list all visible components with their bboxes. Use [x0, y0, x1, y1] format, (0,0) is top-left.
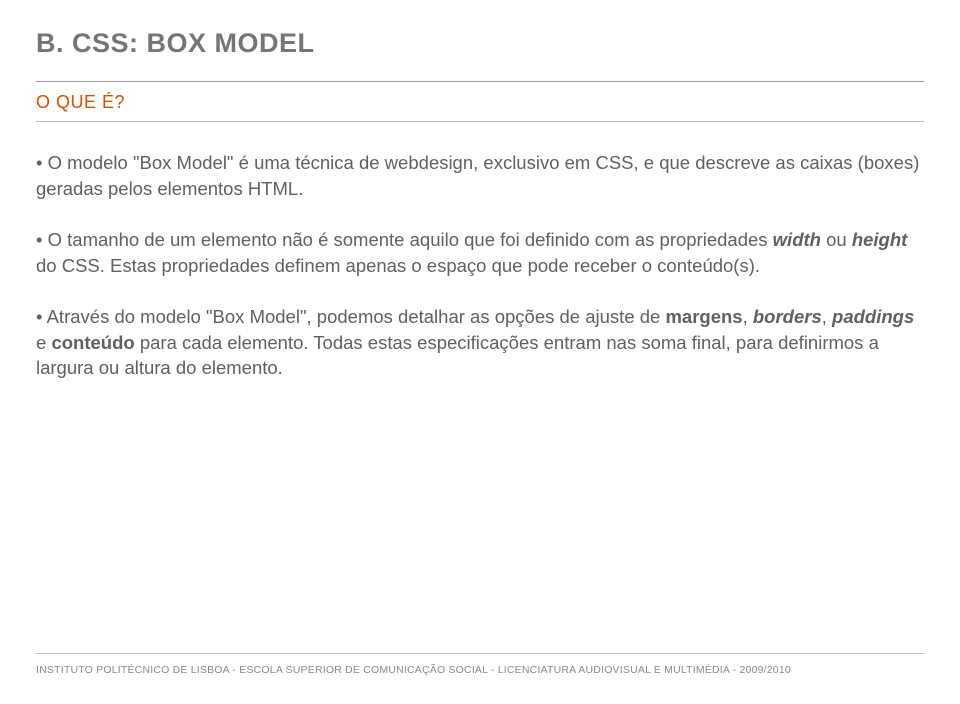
p2-width: width	[773, 229, 821, 250]
paragraph-1-text: • O modelo "Box Model" é uma técnica de …	[36, 152, 919, 199]
p3-sep1: ,	[743, 306, 753, 327]
divider-top	[36, 81, 924, 82]
p2-height: height	[852, 229, 908, 250]
paragraph-1: • O modelo "Box Model" é uma técnica de …	[36, 150, 924, 201]
divider-sub	[36, 121, 924, 122]
divider-footer	[36, 653, 924, 654]
p3-paddings: paddings	[832, 306, 914, 327]
p3-b: para cada elemento. Todas estas especifi…	[36, 332, 879, 379]
p3-margens: margens	[665, 306, 742, 327]
paragraph-3: • Através do modelo "Box Model", podemos…	[36, 304, 924, 381]
section-subtitle: O QUE É?	[36, 92, 924, 113]
p3-borders: borders	[753, 306, 822, 327]
p2-a: • O tamanho de um elemento não é somente…	[36, 229, 773, 250]
page-title: B. CSS: BOX MODEL	[36, 28, 924, 59]
p3-sep3: e	[36, 332, 51, 353]
p3-sep2: ,	[822, 306, 832, 327]
p3-conteudo: conteúdo	[51, 332, 134, 353]
footer-text: INSTITUTO POLITÉCNICO DE LISBOA - ESCOLA…	[36, 664, 791, 676]
p2-c: do CSS. Estas propriedades definem apena…	[36, 255, 760, 276]
p3-a: • Através do modelo "Box Model", podemos…	[36, 306, 665, 327]
paragraph-2: • O tamanho de um elemento não é somente…	[36, 227, 924, 278]
p2-b: ou	[821, 229, 852, 250]
